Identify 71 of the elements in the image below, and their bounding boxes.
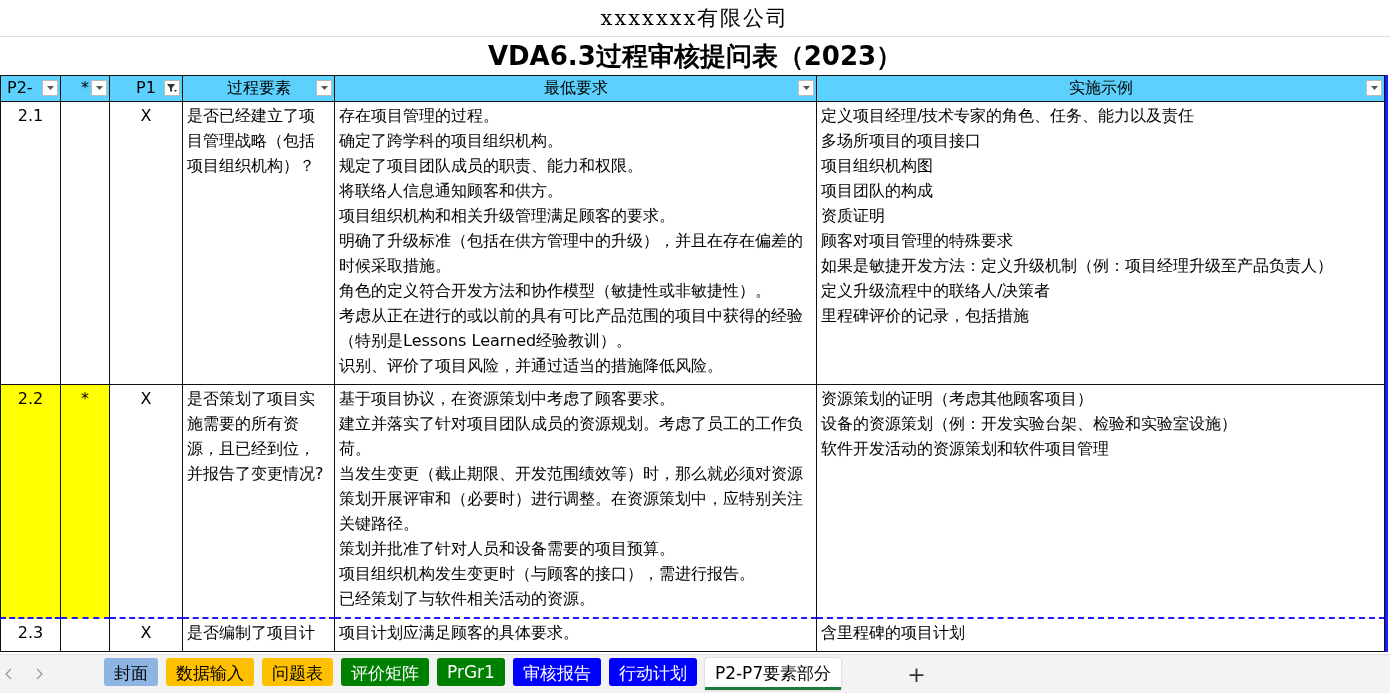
table-cell: * bbox=[61, 385, 110, 619]
add-sheet-button[interactable]: + bbox=[901, 660, 932, 688]
example-text: 含里程碑的项目计划 bbox=[821, 622, 966, 644]
filter-icon bbox=[166, 82, 178, 94]
dropdown-icon bbox=[319, 85, 329, 91]
sheet-tab[interactable]: 问题表 bbox=[262, 658, 333, 686]
example-text: 项目组织机构图 bbox=[821, 155, 934, 177]
column-label: 实施示例 bbox=[1068, 78, 1133, 97]
requirement-text: 将联络人信息通知顾客和供方。 bbox=[339, 180, 564, 202]
table-cell: 2.3 bbox=[0, 619, 61, 652]
table-cell: 是否策划了项目实施需要的所有资源，且已经到位，并报告了变更情况? bbox=[183, 385, 335, 619]
requirement-text: 项目组织机构发生变更时（与顾客的接口），需进行报告。 bbox=[339, 563, 756, 585]
dropdown-icon bbox=[94, 85, 104, 91]
requirement-text: 当发生变更（截止期限、开发范围绩效等）时，那么就必须对资源策划开展评审和（必要时）进行调整。在资源策划中，应特别关注关键路径。 bbox=[339, 463, 804, 535]
example-text: 定义升级流程中的联络人/决策者 bbox=[821, 280, 1052, 302]
example-text: 里程碑评价的记录，包括措施 bbox=[821, 305, 1030, 327]
table-cell: 2.1 bbox=[0, 102, 61, 385]
filter-button[interactable] bbox=[164, 80, 180, 96]
example-text: 软件开发活动的资源策划和软件项目管理 bbox=[821, 438, 1110, 460]
table-cell: X bbox=[110, 385, 183, 619]
sheet-tab[interactable]: 封面 bbox=[104, 658, 158, 686]
example-text: 定义项目经理/技术专家的角色、任务、能力以及责任 bbox=[821, 105, 1196, 127]
previous-sheet-icon[interactable] bbox=[4, 667, 14, 681]
requirement-text: 建立并落实了针对项目团队成员的资源规划。考虑了员工的工作负荷。 bbox=[339, 413, 804, 460]
column-label: 过程要素 bbox=[226, 78, 291, 97]
dropdown-icon bbox=[1369, 85, 1379, 91]
example-text: 顾客对项目管理的特殊要求 bbox=[821, 230, 1014, 252]
sheet-tab[interactable]: 数据输入 bbox=[166, 658, 254, 686]
column-label: 最低要求 bbox=[543, 78, 608, 97]
table-cell: 是否已经建立了项目管理战略（包括项目组织机构）？ bbox=[183, 102, 335, 385]
requirement-text: 存在项目管理的过程。 bbox=[339, 105, 500, 127]
requirement-text: 项目组织机构和相关升级管理满足顾客的要求。 bbox=[339, 205, 676, 227]
company-name: xxxxxxx有限公司 bbox=[0, 0, 1390, 37]
example-text: 资质证明 bbox=[821, 205, 886, 227]
table-cell: X bbox=[110, 102, 183, 385]
table-cell: 2.2 bbox=[0, 385, 61, 619]
requirement-text: 考虑从正在进行的或以前的具有可比产品范围的项目中获得的经验（特别是Lessons Learned经验教训）。 bbox=[339, 305, 804, 352]
example-text: 如果是敏捷开发方法：定义升级机制（例：项目经理升级至产品负责人） bbox=[821, 255, 1334, 277]
example-text: 资源策划的证明（考虑其他顾客项目） bbox=[821, 388, 1094, 410]
requirement-text: 策划并批准了针对人员和设备需要的项目预算。 bbox=[339, 538, 676, 560]
requirement-text: 明确了升级标准（包括在供方管理中的升级），并且在存在偏差的时候采取措施。 bbox=[339, 230, 804, 277]
filter-button[interactable] bbox=[798, 80, 814, 96]
table-cell: 是否编制了项目计 bbox=[183, 619, 335, 652]
column-label: P2- bbox=[7, 78, 33, 97]
sheet-tab[interactable]: 评价矩阵 bbox=[341, 658, 429, 686]
example-text: 多场所项目的项目接口 bbox=[821, 130, 982, 152]
sheet-tab[interactable]: 审核报告 bbox=[512, 658, 601, 686]
table-cell: X bbox=[110, 619, 183, 652]
requirement-text: 规定了项目团队成员的职责、能力和权限。 bbox=[339, 155, 644, 177]
filter-button[interactable] bbox=[91, 80, 107, 96]
sheet-tab[interactable]: PrGr1 bbox=[437, 658, 505, 686]
requirement-text: 确定了跨学科的项目组织机构。 bbox=[339, 130, 564, 152]
filter-button[interactable] bbox=[316, 80, 332, 96]
dropdown-icon bbox=[45, 85, 55, 91]
sheet-tab[interactable]: 行动计划 bbox=[608, 658, 697, 686]
requirement-text: 基于项目协议，在资源策划中考虑了顾客要求。 bbox=[339, 388, 676, 410]
requirement-text: 角色的定义符合开发方法和协作模型（敏捷性或非敏捷性）。 bbox=[339, 280, 772, 302]
dropdown-icon bbox=[801, 85, 811, 91]
requirement-text: 识别、评价了项目风险，并通过适当的措施降低风险。 bbox=[339, 355, 724, 377]
table-cell bbox=[61, 619, 110, 652]
example-text: 设备的资源策划（例：开发实验台架、检验和实验室设施） bbox=[821, 413, 1238, 435]
requirement-text: 项目计划应满足顾客的具体要求。 bbox=[339, 622, 580, 644]
sheet-tab[interactable]: P2-P7要素部分 bbox=[704, 658, 842, 690]
next-sheet-icon[interactable] bbox=[34, 667, 44, 681]
filter-button[interactable] bbox=[42, 80, 58, 96]
sheet-title: VDA6.3过程审核提问表（2023） bbox=[486, 40, 904, 73]
example-text: 项目团队的构成 bbox=[821, 180, 934, 202]
column-label: P1 bbox=[136, 78, 156, 97]
requirement-text: 已经策划了与软件相关活动的资源。 bbox=[339, 588, 596, 610]
filter-button[interactable] bbox=[1366, 80, 1382, 96]
column-label: * bbox=[81, 78, 89, 97]
